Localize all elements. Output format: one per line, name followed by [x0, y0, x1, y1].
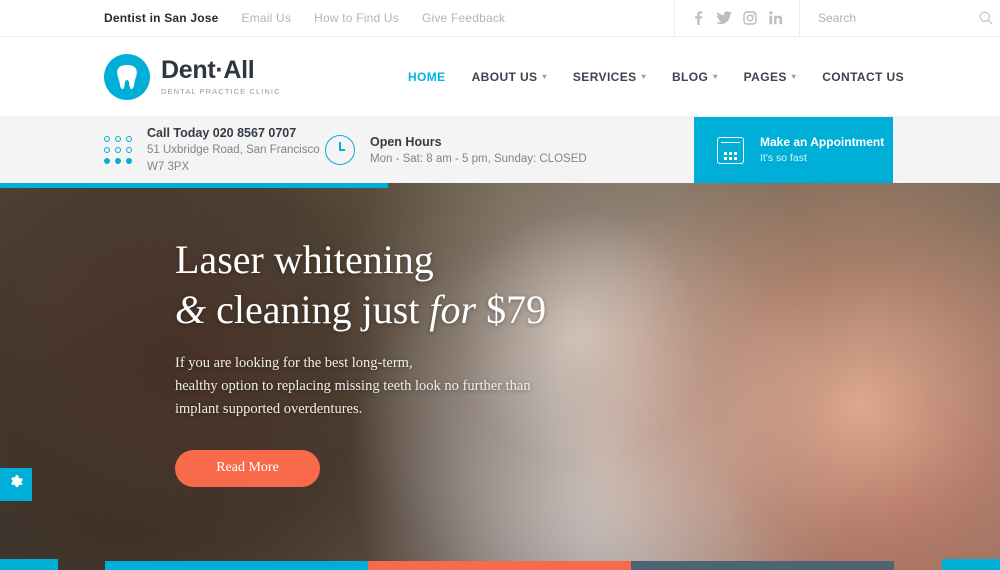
top-link-email-us[interactable]: Email Us	[242, 11, 292, 25]
nav-label-pages: PAGES	[743, 69, 787, 84]
nav-label-contact-us: CONTACT US	[822, 69, 904, 84]
logo-tagline: DENTAL PRACTICE CLINIC	[161, 86, 281, 96]
top-link-give-feedback[interactable]: Give Feedback	[422, 11, 505, 25]
nav-item-about-us[interactable]: ABOUT US ▾	[472, 70, 547, 84]
nav-label-home: HOME	[407, 69, 446, 84]
nav-item-contact-us[interactable]: CONTACT US	[822, 70, 904, 84]
read-more-button[interactable]: Read More	[175, 449, 320, 487]
nav-item-services[interactable]: SERVICES ▾	[573, 70, 646, 84]
nav-label-about-us: ABOUT US	[471, 69, 538, 84]
main-navigation: HOME ABOUT US ▾ SERVICES ▾ BLOG ▾ PAGES …	[408, 70, 1000, 84]
contact-phone-block: Call Today 020 8567 0707 51 Uxbridge Roa…	[0, 117, 325, 183]
contact-phone-text: Call Today 020 8567 0707 51 Uxbridge Roa…	[147, 124, 325, 175]
bar-spacer	[0, 561, 105, 570]
hero-paragraph-line1: If you are looking for the best long-ter…	[175, 355, 413, 372]
chevron-down-icon: ▾	[791, 71, 797, 81]
top-bar-links: Dentist in San Jose Email Us How to Find…	[0, 0, 674, 36]
hero-headline-price: $79	[476, 286, 547, 332]
hero-content: Laser whitening & cleaning just for $79 …	[175, 235, 695, 487]
hero-headline-mid: cleaning just	[206, 286, 430, 332]
nav-item-home[interactable]: HOME	[408, 70, 446, 84]
color-bar-orange	[368, 561, 631, 570]
settings-button[interactable]	[0, 468, 32, 501]
nav-item-pages[interactable]: PAGES ▾	[744, 70, 797, 84]
color-bar-slate	[631, 561, 894, 570]
phone-title: Call Today 020 8567 0707	[147, 126, 297, 141]
appointment-text: Make an Appointment It's so fast	[760, 133, 884, 167]
hero-paragraph: If you are looking for the best long-ter…	[175, 352, 695, 421]
logo-name: Dent·All	[161, 55, 255, 84]
keypad-icon	[104, 136, 132, 164]
slider-progress-bar	[0, 183, 388, 188]
chevron-down-icon: ▾	[542, 71, 547, 81]
search-icon[interactable]	[979, 11, 993, 25]
clock-icon	[325, 135, 355, 165]
hero-headline-for: for	[429, 286, 477, 332]
nav-label-blog: BLOG	[671, 69, 709, 84]
hero-headline-line2: & cleaning just for $79	[175, 285, 695, 335]
hours-title: Open Hours	[370, 134, 442, 149]
top-bar: Dentist in San Jose Email Us How to Find…	[0, 0, 1000, 37]
facebook-icon[interactable]	[685, 0, 711, 36]
hero-headline: Laser whitening & cleaning just for $79	[175, 235, 695, 334]
appointment-subtitle: It's so fast	[760, 152, 807, 165]
make-appointment-button[interactable]: Make an Appointment It's so fast	[694, 117, 893, 183]
nav-label-services: SERVICES	[572, 69, 637, 84]
nav-item-blog[interactable]: BLOG ▾	[672, 70, 718, 84]
search-bar[interactable]	[800, 0, 1000, 36]
top-link-dentist-in-san-jose[interactable]: Dentist in San Jose	[104, 11, 219, 25]
open-hours-block: Open Hours Mon - Sat: 8 am - 5 pm, Sunda…	[325, 117, 605, 183]
hero-headline-line1: Laser whitening	[175, 237, 434, 282]
hero-paragraph-line3: implant supported overdentures.	[175, 401, 363, 417]
linkedin-icon[interactable]	[763, 0, 789, 36]
top-link-how-to-find-us[interactable]: How to Find Us	[314, 11, 399, 25]
slider-color-bars	[0, 561, 1000, 570]
appointment-title: Make an Appointment	[760, 135, 885, 150]
info-bar: Call Today 020 8567 0707 51 Uxbridge Roa…	[0, 117, 1000, 183]
social-links	[674, 0, 800, 36]
chevron-down-icon: ▾	[713, 71, 718, 81]
gear-icon	[9, 474, 24, 495]
hero-slider: Laser whitening & cleaning just for $79 …	[0, 183, 1000, 570]
calendar-icon	[717, 136, 744, 164]
twitter-icon[interactable]	[711, 0, 737, 36]
search-input[interactable]	[818, 11, 973, 25]
site-header: Dent·All DENTAL PRACTICE CLINIC HOME ABO…	[0, 37, 1000, 117]
logo[interactable]: Dent·All DENTAL PRACTICE CLINIC	[0, 53, 281, 100]
hero-paragraph-line2: healthy option to replacing missing teet…	[175, 378, 531, 395]
instagram-icon[interactable]	[737, 0, 763, 36]
hero-headline-amp: &	[175, 286, 207, 332]
logo-text: Dent·All DENTAL PRACTICE CLINIC	[161, 55, 281, 96]
hours-detail: Mon - Sat: 8 am - 5 pm, Sunday: CLOSED	[370, 152, 587, 165]
color-bar-cyan	[105, 561, 368, 570]
phone-address: 51 Uxbridge Road, San Francisco W7 3PX	[147, 144, 320, 174]
tooth-icon	[104, 53, 150, 100]
open-hours-text: Open Hours Mon - Sat: 8 am - 5 pm, Sunda…	[370, 133, 587, 168]
chevron-down-icon: ▾	[641, 71, 646, 81]
